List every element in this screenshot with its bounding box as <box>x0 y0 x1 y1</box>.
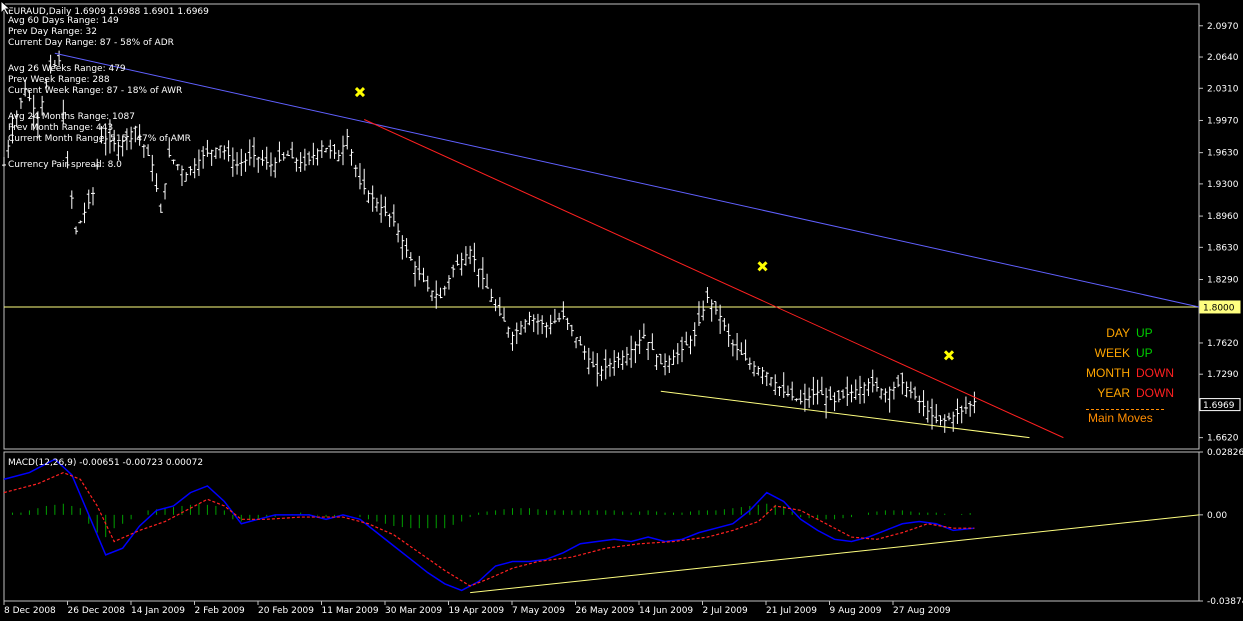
x-tick-label: 7 May 2009 <box>512 606 565 616</box>
swing-high-3-marker <box>943 350 955 361</box>
price-y-tick-label: 1.9970 <box>1207 116 1239 126</box>
trend-separator <box>1086 409 1164 410</box>
trend-row-month: MONTH DOWN <box>1058 366 1188 386</box>
info-line: Avg 60 Days Range: 149 <box>8 16 119 26</box>
price-level-label: 1.6969 <box>1203 401 1235 411</box>
macd-y-tick-label: -0.03874 <box>1207 597 1243 607</box>
x-tick-label: 20 Feb 2009 <box>258 606 314 616</box>
macd-y-tick-label: 0.02826 <box>1207 448 1243 458</box>
info-line: Currency Pair spread: 8.0 <box>8 160 122 170</box>
x-tick-label: 14 Jan 2009 <box>131 606 185 616</box>
macd-line <box>3 458 975 592</box>
price-y-tick-label: 2.0310 <box>1207 84 1239 94</box>
info-line: Prev Day Range: 32 <box>8 27 97 37</box>
price-y-tick-label: 1.6620 <box>1207 434 1239 444</box>
info-line: Avg 26 Weeks Range: 479 <box>8 64 126 74</box>
trend-footer: Main Moves <box>1088 411 1153 425</box>
trend-value: DOWN <box>1136 366 1174 380</box>
info-line: Prev Month Range: 443 <box>8 123 114 133</box>
trend-row-day: DAY UP <box>1058 326 1188 346</box>
trend-panel: DAY UP WEEK UP MONTH DOWN YEAR DOWN Main Moves <box>1058 326 1188 425</box>
price-y-tick-label: 2.0970 <box>1207 22 1239 32</box>
price-y-tick-label: 1.9300 <box>1207 180 1239 190</box>
price-level-label: 1.8000 <box>1203 303 1235 313</box>
price-y-tick-label: 1.7620 <box>1207 339 1239 349</box>
trend-label: MONTH <box>1086 366 1130 380</box>
trend-label: WEEK <box>1094 346 1130 360</box>
info-line: Avg 24 Months Range: 1087 <box>8 112 135 122</box>
swing-high-1-marker <box>354 86 366 98</box>
price-y-tick-label: 1.8630 <box>1207 243 1239 253</box>
info-line: Prev Week Range: 288 <box>8 75 110 85</box>
x-tick-label: 21 Jul 2009 <box>766 606 817 616</box>
price-y-tick-label: 2.0640 <box>1207 53 1239 63</box>
x-tick-label: 19 Apr 2009 <box>449 606 505 616</box>
price-y-tick-label: 1.9630 <box>1207 149 1239 159</box>
x-tick-label: 9 Aug 2009 <box>830 606 882 616</box>
signal-line <box>3 471 975 587</box>
trend-row-week: WEEK UP <box>1058 346 1188 366</box>
info-line: Current Week Range: 87 - 18% of AWR <box>8 86 183 96</box>
price-y-tick-label: 1.7290 <box>1207 370 1239 380</box>
trend-value: UP <box>1136 326 1153 340</box>
macd-yellow-trendline <box>470 514 1200 594</box>
trend-value: DOWN <box>1136 386 1174 400</box>
x-tick-label: 2 Feb 2009 <box>195 606 246 616</box>
x-tick-label: 8 Dec 2008 <box>4 606 56 616</box>
trend-label: DAY <box>1106 326 1130 340</box>
info-line: Current Day Range: 87 - 58% of ADR <box>8 38 174 48</box>
x-tick-label: 26 May 2009 <box>576 606 635 616</box>
mouse-cursor-icon <box>0 0 12 16</box>
range-info-panel: Avg 60 Days Range: 149 Prev Day Range: 32… <box>8 16 191 171</box>
x-tick-label: 27 Aug 2009 <box>893 606 951 616</box>
trend-row-year: YEAR DOWN <box>1058 386 1188 406</box>
macd-y-tick-label: 0.00 <box>1207 511 1227 521</box>
blue-trendline <box>54 52 1200 308</box>
x-tick-label: 11 Mar 2009 <box>322 606 379 616</box>
red-trendline <box>363 119 1064 439</box>
x-tick-label: 30 Mar 2009 <box>385 606 442 616</box>
x-tick-label: 14 Jun 2009 <box>639 606 693 616</box>
x-tick-label: 2 Jul 2009 <box>703 606 748 616</box>
swing-high-2-marker <box>757 261 768 272</box>
trend-value: UP <box>1136 346 1153 360</box>
price-y-tick-label: 1.8960 <box>1207 212 1239 222</box>
trend-label: YEAR <box>1097 386 1130 400</box>
price-y-tick-label: 1.8290 <box>1207 276 1239 286</box>
macd-title: MACD(12,26,9) -0.00651 -0.00723 0.00072 <box>8 458 203 468</box>
info-line: Current Month Range: 515 - 47% of AMR <box>8 134 191 144</box>
x-tick-label: 26 Dec 2008 <box>68 606 126 616</box>
